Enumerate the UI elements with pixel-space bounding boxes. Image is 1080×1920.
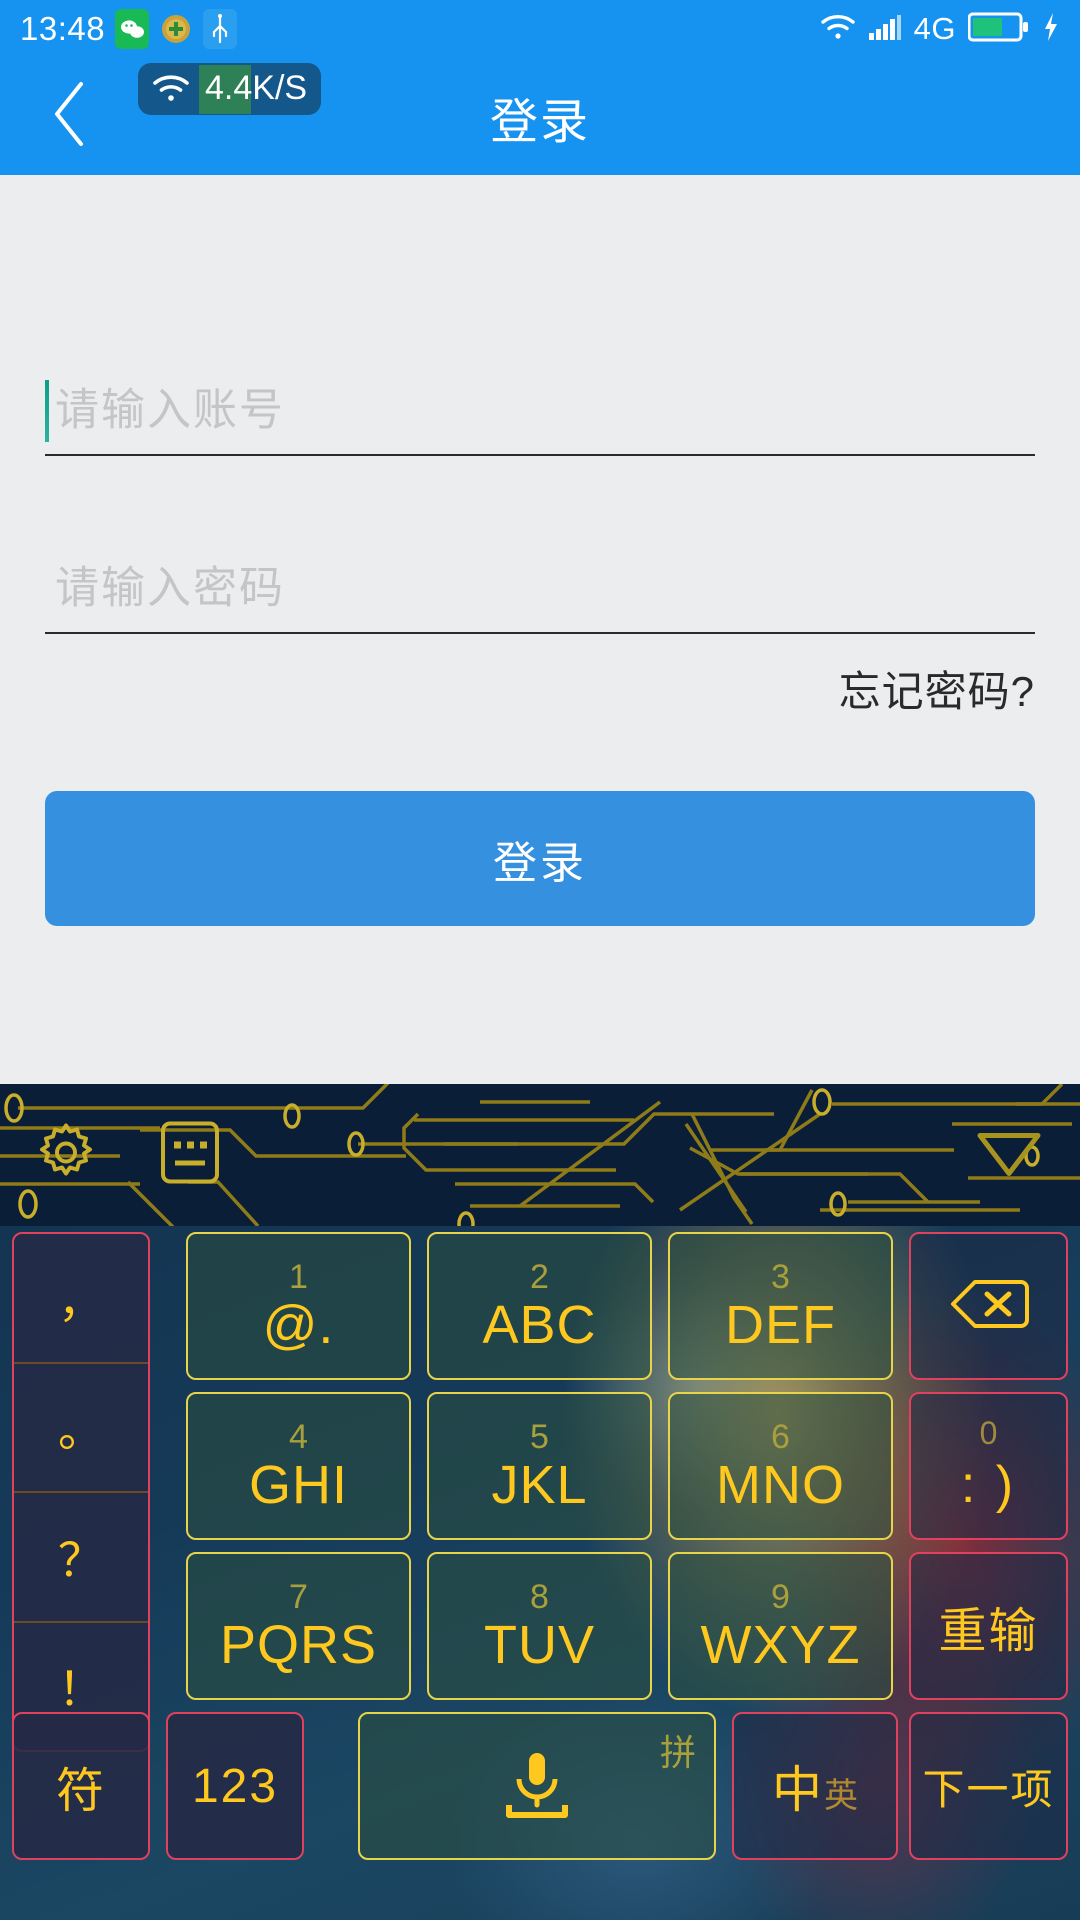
symbols-key[interactable]: 符 <box>12 1712 150 1860</box>
network-speed-value: 4.4K/S <box>199 64 316 114</box>
key-2[interactable]: 2 ABC <box>427 1232 652 1380</box>
key-0-emoticon: : ) <box>960 1456 1017 1514</box>
language-toggle-key[interactable]: 中 英 <box>732 1712 898 1860</box>
account-input-placeholder: 请输入账号 <box>55 385 285 435</box>
key-3[interactable]: 3 DEF <box>668 1232 893 1380</box>
key-0[interactable]: 0 : ) <box>909 1392 1068 1540</box>
next-field-key[interactable]: 下一项 <box>909 1712 1068 1860</box>
punct-period[interactable]: 。 <box>14 1361 148 1492</box>
key-8[interactable]: 8 TUV <box>427 1552 652 1700</box>
login-button[interactable]: 登录 <box>45 791 1035 926</box>
keyboard-keys: ， 。 ？ ！ 1 @. 2 ABC 3 DEF 4 GHI 5 JKL 6 M… <box>0 1226 1080 1920</box>
wifi-icon <box>820 13 856 46</box>
login-form: 请输入账号 请输入密码 忘记密码? 登录 <box>0 175 1080 1084</box>
status-bar-clock: 13:48 <box>20 10 106 47</box>
pinyin-label: 拼 <box>659 1732 696 1773</box>
key-4[interactable]: 4 GHI <box>186 1392 411 1540</box>
status-bar-right: 4G <box>820 11 1060 47</box>
charging-bolt-icon <box>1042 12 1060 47</box>
punctuation-key[interactable]: ， 。 ？ ！ <box>12 1232 150 1752</box>
key-0-digit: 0 <box>979 1415 998 1451</box>
space-key[interactable]: 拼 <box>358 1712 716 1860</box>
language-toggle-label: 中 英 <box>772 1762 858 1818</box>
back-button[interactable] <box>34 80 108 154</box>
status-bar-left: 13:48 <box>20 9 238 49</box>
signal-bars-icon <box>868 13 902 46</box>
key-5[interactable]: 5 JKL <box>427 1392 652 1540</box>
account-field[interactable]: 请输入账号 <box>45 360 1035 456</box>
reenter-key[interactable]: 重输 <box>909 1552 1068 1700</box>
on-screen-keyboard: ， 。 ？ ！ 1 @. 2 ABC 3 DEF 4 GHI 5 JKL 6 M… <box>0 1084 1080 1920</box>
punct-question[interactable]: ？ <box>14 1491 148 1621</box>
microphone-icon <box>491 1743 583 1830</box>
backspace-key[interactable] <box>909 1232 1068 1380</box>
backspace-icon <box>949 1278 1029 1335</box>
phone-screen: 13:48 4G 4.4K/S 登录 请输入账号 请输入密码 忘记密码? 登录 … <box>0 0 1080 1920</box>
key-7[interactable]: 7 PQRS <box>186 1552 411 1700</box>
wifi-icon <box>152 74 190 104</box>
chevron-left-icon <box>48 79 94 154</box>
security-shield-icon <box>159 9 193 49</box>
network-speed-overlay[interactable]: 4.4K/S <box>138 63 322 115</box>
password-input-placeholder: 请输入密码 <box>55 563 285 613</box>
punct-comma[interactable]: ， <box>14 1234 148 1362</box>
gear-icon[interactable] <box>30 1117 102 1194</box>
forgot-password-link[interactable]: 忘记密码? <box>839 658 1035 719</box>
emoji-face-icon[interactable] <box>158 1116 222 1195</box>
network-type-label: 4G <box>913 11 956 46</box>
password-field[interactable]: 请输入密码 <box>45 538 1035 634</box>
usb-icon <box>203 9 238 49</box>
key-1[interactable]: 1 @. <box>186 1232 411 1380</box>
battery-icon <box>967 12 1030 47</box>
wechat-icon <box>115 9 150 49</box>
numbers-key[interactable]: 123 <box>166 1712 304 1860</box>
key-9[interactable]: 9 WXYZ <box>668 1552 893 1700</box>
keyboard-toolbar <box>0 1084 1080 1226</box>
status-bar: 13:48 4G <box>0 0 1080 58</box>
triangle-down-icon[interactable] <box>972 1124 1046 1187</box>
text-caret <box>45 380 49 442</box>
key-6[interactable]: 6 MNO <box>668 1392 893 1540</box>
